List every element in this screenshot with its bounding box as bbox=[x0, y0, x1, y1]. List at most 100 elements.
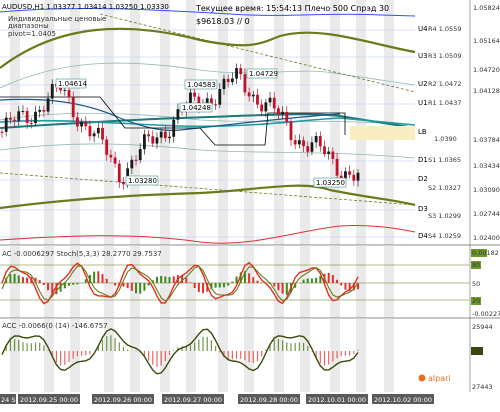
acc-bar bbox=[307, 346, 308, 351]
date-label-6: 2012.10.02 00:00 bbox=[374, 396, 432, 404]
candle-body bbox=[357, 173, 360, 181]
ac-bar bbox=[332, 275, 334, 283]
acc-bar bbox=[207, 337, 208, 351]
candle-body bbox=[311, 142, 314, 151]
level-d3: D3 bbox=[418, 205, 428, 213]
acc-axis-1: 25944 bbox=[472, 323, 493, 331]
acc-bar bbox=[282, 340, 283, 351]
candle-body bbox=[63, 90, 66, 91]
ac-bar bbox=[14, 274, 16, 283]
session-band bbox=[356, 245, 366, 318]
acc-bar bbox=[110, 335, 111, 351]
candle-body bbox=[214, 104, 217, 105]
candle-body bbox=[235, 68, 238, 78]
ac-bar bbox=[93, 272, 95, 283]
candle-body bbox=[164, 132, 167, 138]
candle-body bbox=[139, 149, 142, 160]
level-u2: U2 bbox=[418, 80, 428, 88]
candle-body bbox=[80, 122, 83, 126]
acc-bar bbox=[31, 343, 32, 351]
ac-bar bbox=[173, 276, 175, 283]
ac-bar bbox=[227, 283, 229, 286]
acc-axis-3: 27443 bbox=[472, 383, 493, 391]
ac-bar bbox=[127, 283, 129, 288]
session-band bbox=[130, 318, 140, 392]
candle-body bbox=[306, 146, 309, 152]
acc-bar bbox=[77, 351, 78, 356]
candle-body bbox=[76, 117, 79, 126]
acc-bar bbox=[39, 343, 40, 351]
candle-body bbox=[147, 134, 150, 136]
price-axis-tick: 1.02400 bbox=[473, 234, 500, 242]
ac-bar bbox=[76, 283, 78, 284]
candle-body bbox=[298, 140, 301, 144]
candle-body bbox=[122, 182, 125, 184]
acc-bar bbox=[43, 345, 44, 351]
candle-body bbox=[331, 152, 334, 159]
candle-body bbox=[315, 136, 318, 142]
ac-bar bbox=[319, 276, 321, 283]
level-d4: D4 bbox=[418, 232, 428, 240]
candle-body bbox=[273, 98, 276, 109]
equity: $9618.03 // 0 bbox=[196, 17, 250, 26]
candle-body bbox=[302, 140, 305, 146]
session-band bbox=[218, 245, 228, 318]
session-band bbox=[186, 245, 196, 318]
acc-bar bbox=[190, 345, 191, 351]
acc-bar bbox=[106, 336, 107, 351]
date-label-0: 24 S bbox=[1, 396, 15, 404]
chart-svg: 1.04614 1.04583 1.04729 1.04248 1.03280 … bbox=[0, 0, 500, 408]
ac-bar bbox=[202, 283, 204, 293]
ac-bar bbox=[277, 283, 279, 290]
candle-body bbox=[101, 128, 104, 140]
price-label-1: 1.04614 bbox=[58, 80, 87, 88]
candle-body bbox=[336, 159, 339, 176]
ac-bar bbox=[315, 278, 317, 283]
price-label-5: 1.03280 bbox=[128, 177, 157, 185]
candle-body bbox=[252, 95, 255, 97]
candle-body bbox=[239, 68, 242, 74]
candle-body bbox=[352, 175, 355, 181]
candle-body bbox=[17, 111, 20, 120]
acc-bar bbox=[22, 342, 23, 351]
acc-bar bbox=[73, 351, 74, 359]
acc-bar bbox=[332, 351, 333, 361]
acc-bar bbox=[303, 343, 304, 351]
ac-bar bbox=[72, 283, 74, 285]
candle-body bbox=[244, 74, 247, 92]
candle-body bbox=[109, 155, 112, 158]
price-label-3: 1.04729 bbox=[249, 70, 278, 78]
candle-body bbox=[47, 98, 50, 111]
ac-bar bbox=[102, 274, 104, 283]
level-u3-value: R3 1.0509 bbox=[428, 52, 461, 60]
candle-body bbox=[290, 122, 293, 141]
price-axis-tick: 1.03784 bbox=[473, 136, 500, 144]
acc-bar bbox=[10, 340, 11, 351]
acc-bar bbox=[249, 351, 250, 362]
ac-bar bbox=[47, 283, 49, 290]
price-axis-tick: 1.04128 bbox=[473, 87, 500, 95]
candle-body bbox=[30, 123, 33, 124]
ac-bar bbox=[307, 279, 309, 283]
session-band bbox=[274, 318, 284, 392]
candle-body bbox=[177, 109, 180, 120]
acc-bar bbox=[102, 340, 103, 351]
acc-bar bbox=[14, 339, 15, 351]
ac-axis-3: 50 bbox=[472, 280, 480, 288]
acc-bar bbox=[278, 339, 279, 351]
brand-logo: alpari bbox=[428, 374, 451, 383]
acc-bar bbox=[211, 340, 212, 351]
candle-body bbox=[105, 140, 108, 155]
candle-body bbox=[323, 146, 326, 154]
acc-bar bbox=[290, 343, 291, 351]
candle-body bbox=[26, 111, 29, 123]
acc-bar bbox=[173, 350, 174, 351]
acc-bar bbox=[341, 351, 342, 356]
candle-body bbox=[260, 105, 263, 112]
date-label-5: 2012.10.01 00:00 bbox=[308, 396, 366, 404]
ac-bar bbox=[198, 283, 200, 292]
session-band bbox=[330, 245, 340, 318]
acc-bar bbox=[274, 340, 275, 351]
ac-bar bbox=[286, 283, 288, 295]
ac-bar bbox=[39, 280, 41, 283]
